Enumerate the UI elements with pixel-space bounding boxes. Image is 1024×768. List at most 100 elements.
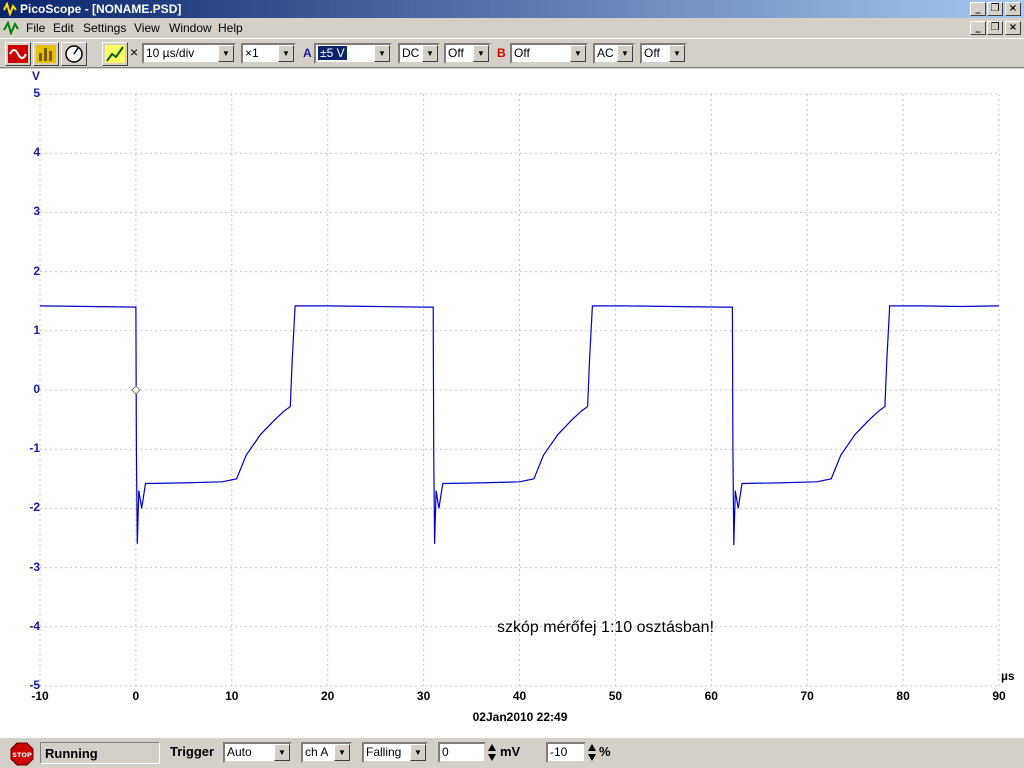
channel-a-coupling-select[interactable]: DC ▼ — [398, 43, 440, 64]
picoscope-app-icon — [3, 2, 17, 16]
chevron-down-icon[interactable]: ▼ — [422, 45, 438, 62]
timebase-select[interactable]: 10 µs/div ▼ — [142, 43, 236, 64]
meter-view-button[interactable] — [61, 42, 87, 66]
document-icon[interactable] — [3, 21, 19, 35]
y-tick-label: 3 — [33, 204, 40, 219]
chevron-down-icon[interactable]: ▼ — [274, 744, 290, 761]
y-tick-label: -1 — [29, 441, 40, 456]
y-tick-label: -4 — [29, 618, 40, 633]
menu-edit[interactable]: Edit — [53, 21, 74, 35]
spectrum-bars-icon — [36, 45, 56, 63]
trigger-channel-value: ch A — [305, 745, 329, 759]
chevron-down-icon[interactable]: ▼ — [218, 45, 234, 62]
meter-dial-icon — [65, 45, 83, 63]
menu-bar: File Edit Settings View Window Help _ ❐ … — [0, 18, 1024, 38]
channel-b-coupling-value: AC — [597, 46, 614, 60]
trigger-edge-select[interactable]: Falling ▼ — [362, 742, 428, 763]
pre-trigger-value: -10 — [550, 745, 568, 759]
channel-b-offset-select[interactable]: Off ▼ — [640, 43, 687, 64]
trigger-level-value: 0 — [442, 745, 449, 759]
timestamp: 02Jan2010 22:49 — [472, 710, 568, 724]
stop-button[interactable]: STOP — [10, 742, 34, 766]
y-tick-label: 5 — [33, 86, 40, 100]
chevron-down-icon[interactable]: ▼ — [617, 45, 633, 62]
doc-restore-button[interactable]: ❐ — [987, 21, 1003, 35]
trigger-level-unit: mV — [500, 744, 521, 759]
x-tick-label: 40 — [512, 689, 527, 703]
chevron-down-icon[interactable]: ▼ — [410, 744, 426, 761]
x-axis-unit: µs — [1001, 669, 1015, 683]
channel-a-offset-value: Off — [448, 46, 464, 60]
y-tick-label: -3 — [29, 559, 40, 574]
chevron-down-icon[interactable]: ▼ — [473, 45, 489, 62]
x-tick-label: 30 — [416, 689, 431, 703]
channel-a-range-select[interactable]: ±5 V ▼ — [314, 43, 392, 64]
x-tick-label: 90 — [992, 689, 1006, 703]
menu-window[interactable]: Window — [169, 21, 212, 35]
channel-b-label: B — [497, 46, 506, 60]
trigger-channel-select[interactable]: ch A ▼ — [301, 742, 352, 763]
chevron-down-icon[interactable]: ▼ — [374, 45, 390, 62]
trigger-label: Trigger — [170, 744, 215, 759]
y-tick-label: 4 — [33, 145, 40, 160]
zoom-value: ×1 — [245, 46, 259, 60]
restore-button[interactable]: ❐ — [987, 2, 1003, 16]
scope-plot[interactable]: -10 0 10 20 30 40 50 60 70 80 90 5 4 3 2 1 0 -1 -2 -3 -4 -5 V… — [0, 69, 1024, 737]
run-status: Running — [40, 742, 160, 764]
x-tick-label: 20 — [321, 689, 335, 703]
channel-b-offset-value: Off — [644, 46, 660, 60]
chevron-down-icon[interactable]: ▼ — [570, 45, 586, 62]
channel-b-coupling-select[interactable]: AC ▼ — [593, 43, 635, 64]
x-tick-label: 0 — [132, 689, 140, 703]
menu-help[interactable]: Help — [218, 21, 243, 35]
x-tick-label: 50 — [608, 689, 623, 703]
channel-b-range-value: Off — [514, 46, 530, 60]
doc-minimize-button[interactable]: _ — [970, 21, 986, 35]
chevron-down-icon[interactable]: ▼ — [334, 744, 350, 761]
annotation-text: szkóp mérőfej 1:10 osztásban! — [497, 619, 715, 636]
title-bar: PicoScope - [NONAME.PSD] _ ❐ × — [0, 0, 1024, 18]
menu-file[interactable]: File — [26, 21, 45, 35]
trace-toggle-button[interactable] — [102, 42, 128, 66]
x-tick-label: 60 — [704, 689, 718, 703]
menu-settings[interactable]: Settings — [83, 21, 126, 35]
trigger-mode-select[interactable]: Auto ▼ — [223, 742, 292, 763]
chevron-down-icon[interactable]: ▼ — [278, 45, 294, 62]
channel-a-offset-select[interactable]: Off ▼ — [444, 43, 491, 64]
doc-close-button[interactable]: × — [1005, 21, 1021, 35]
timebase-value: 10 µs/div — [146, 46, 195, 60]
y-tick-label: 2 — [33, 263, 40, 278]
trigger-edge-value: Falling — [366, 745, 402, 759]
y-tick-label: 0 — [33, 382, 40, 396]
trace-zigzag-icon — [105, 45, 125, 63]
multiply-sign: × — [130, 44, 139, 60]
window-title: PicoScope - [NONAME.PSD] — [20, 2, 182, 16]
channel-a-coupling-value: DC — [402, 46, 420, 60]
stop-sign-icon: STOP — [10, 742, 34, 766]
channel-b-range-select[interactable]: Off ▼ — [510, 43, 588, 64]
x-tick-label: 10 — [225, 689, 239, 703]
minimize-button[interactable]: _ — [970, 2, 986, 16]
stop-sign-text: STOP — [12, 751, 32, 759]
chevron-down-icon[interactable]: ▼ — [669, 45, 685, 62]
close-button[interactable]: × — [1005, 2, 1021, 16]
menu-view[interactable]: View — [134, 21, 160, 35]
pre-trigger-unit: % — [599, 744, 611, 759]
spectrum-view-button[interactable] — [33, 42, 59, 66]
scope-wave-icon — [8, 45, 28, 63]
pre-trigger-spinner-icon[interactable] — [587, 742, 597, 763]
x-tick-label: 70 — [800, 689, 814, 703]
y-tick-label: 1 — [33, 322, 40, 337]
y-tick-label: -2 — [29, 500, 40, 515]
x-tick-label: 80 — [896, 689, 910, 703]
scope-view-button[interactable] — [5, 42, 31, 66]
toolbar: × 10 µs/div ▼ ×1 ▼ A ±5 V ▼ DC ▼ Off ▼ B… — [0, 38, 1024, 68]
status-bar: STOP Running Trigger Auto ▼ ch A ▼ Falli… — [0, 737, 1024, 768]
trigger-level-input[interactable]: 0 — [438, 742, 486, 763]
pre-trigger-input[interactable]: -10 — [546, 742, 586, 763]
zoom-select[interactable]: ×1 ▼ — [241, 43, 296, 64]
trigger-level-spinner-icon[interactable] — [487, 742, 497, 763]
y-axis-unit: V — [32, 69, 41, 83]
channel-a-label: A — [303, 46, 312, 60]
trigger-marker[interactable] — [131, 385, 141, 395]
